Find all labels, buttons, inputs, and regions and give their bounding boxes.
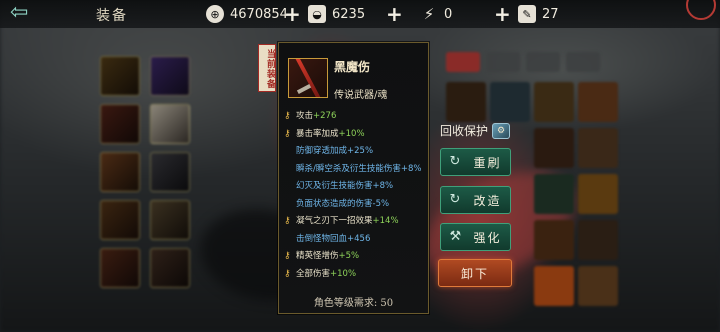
inventory-slot[interactable] <box>578 174 618 214</box>
stat-line: 负面状态造成的伤害-5% <box>296 198 390 209</box>
stat-line: 击倒怪物回血+456 <box>296 233 371 244</box>
stat-line: 幻灭及衍生技能伤害+8% <box>296 181 394 191</box>
inventory-slot[interactable] <box>534 220 574 260</box>
stat-line: ⚷ 精英怪增伤+5% <box>284 251 360 261</box>
stat-line: ⚷ 凝气之刃下一招效果+14% <box>284 216 399 226</box>
left-equipment-grid <box>100 42 198 326</box>
add-energy-button[interactable]: + <box>494 2 511 26</box>
reforge-button[interactable]: ↻ 重刷 <box>440 148 511 176</box>
item-name: 黑魔伤 <box>334 60 371 74</box>
top-bar: ⇦ 装备 ⊕ 4670854 + ◒ 6235 + ⚡ 0 + ✎ 27 <box>0 0 720 28</box>
add-coin-button[interactable]: + <box>284 2 301 26</box>
unequip-button[interactable]: 卸下 <box>438 259 512 287</box>
enhance-label: 强化 <box>473 230 502 245</box>
stat-line: ⚷ 攻击+276 <box>284 111 337 121</box>
inventory-slot[interactable] <box>534 266 574 306</box>
back-arrow-icon: ⇦ <box>10 0 29 25</box>
coin-icon: ⊕ <box>206 5 224 23</box>
inventory-slot[interactable] <box>150 248 190 288</box>
ticket-value: 27 <box>542 6 559 22</box>
inventory-slot[interactable] <box>150 104 190 144</box>
inventory-slot[interactable] <box>150 200 190 240</box>
stat-line: 防御穿透加成+25% <box>296 146 374 156</box>
inventory-tab[interactable] <box>446 52 480 72</box>
refresh-icon: ↻ <box>449 192 463 207</box>
key-icon: ⚷ <box>284 216 291 226</box>
ingot-counter: ◒ 6235 <box>308 4 365 24</box>
item-rarity: 传说武器/魂 <box>334 90 388 101</box>
page-title: 装备 <box>96 8 128 24</box>
back-button[interactable]: ⇦ <box>10 2 58 24</box>
inventory-tab[interactable] <box>486 52 520 72</box>
coin-counter: ⊕ 4670854 <box>206 4 288 24</box>
stat-line: 瞬杀/瞬空杀及衍生技能伤害+8% <box>296 163 422 174</box>
inventory-slot[interactable] <box>578 82 618 122</box>
modify-label: 改造 <box>473 193 502 208</box>
ingot-value: 6235 <box>332 6 366 22</box>
inventory-slot[interactable] <box>534 174 574 214</box>
inventory-tab[interactable] <box>566 52 600 72</box>
energy-value: 0 <box>444 6 453 22</box>
coin-value: 4670854 <box>230 6 288 22</box>
inventory-slot[interactable] <box>100 56 140 96</box>
inventory-tab[interactable] <box>526 52 560 72</box>
equipped-tag: 当前装备 <box>258 44 276 92</box>
stat-line: ⚷ 暴击率加成+10% <box>284 128 365 139</box>
enhance-button[interactable]: ⚒ 强化 <box>440 223 511 251</box>
lock-icon[interactable]: ⚙ <box>492 122 511 139</box>
stat-list: ⚷ 攻击+276 ⚷ 暴击率加成+10% 防御穿透加成+25% 瞬杀/瞬空杀及衍生技… <box>284 108 424 283</box>
energy-counter: ⚡ 0 <box>420 4 453 24</box>
inventory-slot[interactable] <box>578 266 618 306</box>
inventory-slot[interactable] <box>100 200 140 240</box>
modify-button[interactable]: ↻ 改造 <box>440 186 511 214</box>
ticket-icon: ✎ <box>518 5 536 23</box>
hammer-icon: ⚒ <box>449 229 464 244</box>
level-requirement: 角色等级需求: 50 <box>313 298 394 309</box>
inventory-slot[interactable] <box>100 248 140 288</box>
lightning-icon: ⚡ <box>423 5 435 23</box>
inventory-slot[interactable] <box>578 220 618 260</box>
inventory-slot[interactable] <box>446 82 486 122</box>
recycle-protect-toggle[interactable]: 回收保护 ⚙ <box>440 122 511 139</box>
inventory-slot[interactable] <box>490 82 530 122</box>
key-icon: ⚷ <box>284 268 291 279</box>
inventory-slot[interactable] <box>534 82 574 122</box>
sword-hilt-shape <box>296 83 312 95</box>
inventory-slot[interactable] <box>100 104 140 144</box>
inventory-slot[interactable] <box>578 128 618 168</box>
inventory-slot[interactable] <box>150 56 190 96</box>
refresh-icon: ↻ <box>449 154 463 169</box>
reforge-label: 重刷 <box>473 155 502 170</box>
key-icon: ⚷ <box>284 251 291 261</box>
key-icon: ⚷ <box>284 128 291 139</box>
ingot-icon: ◒ <box>308 5 326 23</box>
ticket-counter: ✎ 27 <box>518 4 559 24</box>
inventory-slot[interactable] <box>150 152 190 192</box>
inventory-slot[interactable] <box>534 128 574 168</box>
add-ingot-button[interactable]: + <box>386 2 403 26</box>
recycle-protect-label: 回收保护 <box>440 124 489 138</box>
inventory-slot[interactable] <box>100 152 140 192</box>
unequip-label: 卸下 <box>460 266 489 281</box>
weapon-icon <box>288 58 328 98</box>
stat-line: ⚷ 全部伤害+10% <box>284 268 357 279</box>
corner-ornament <box>686 0 716 20</box>
key-icon: ⚷ <box>284 111 291 121</box>
